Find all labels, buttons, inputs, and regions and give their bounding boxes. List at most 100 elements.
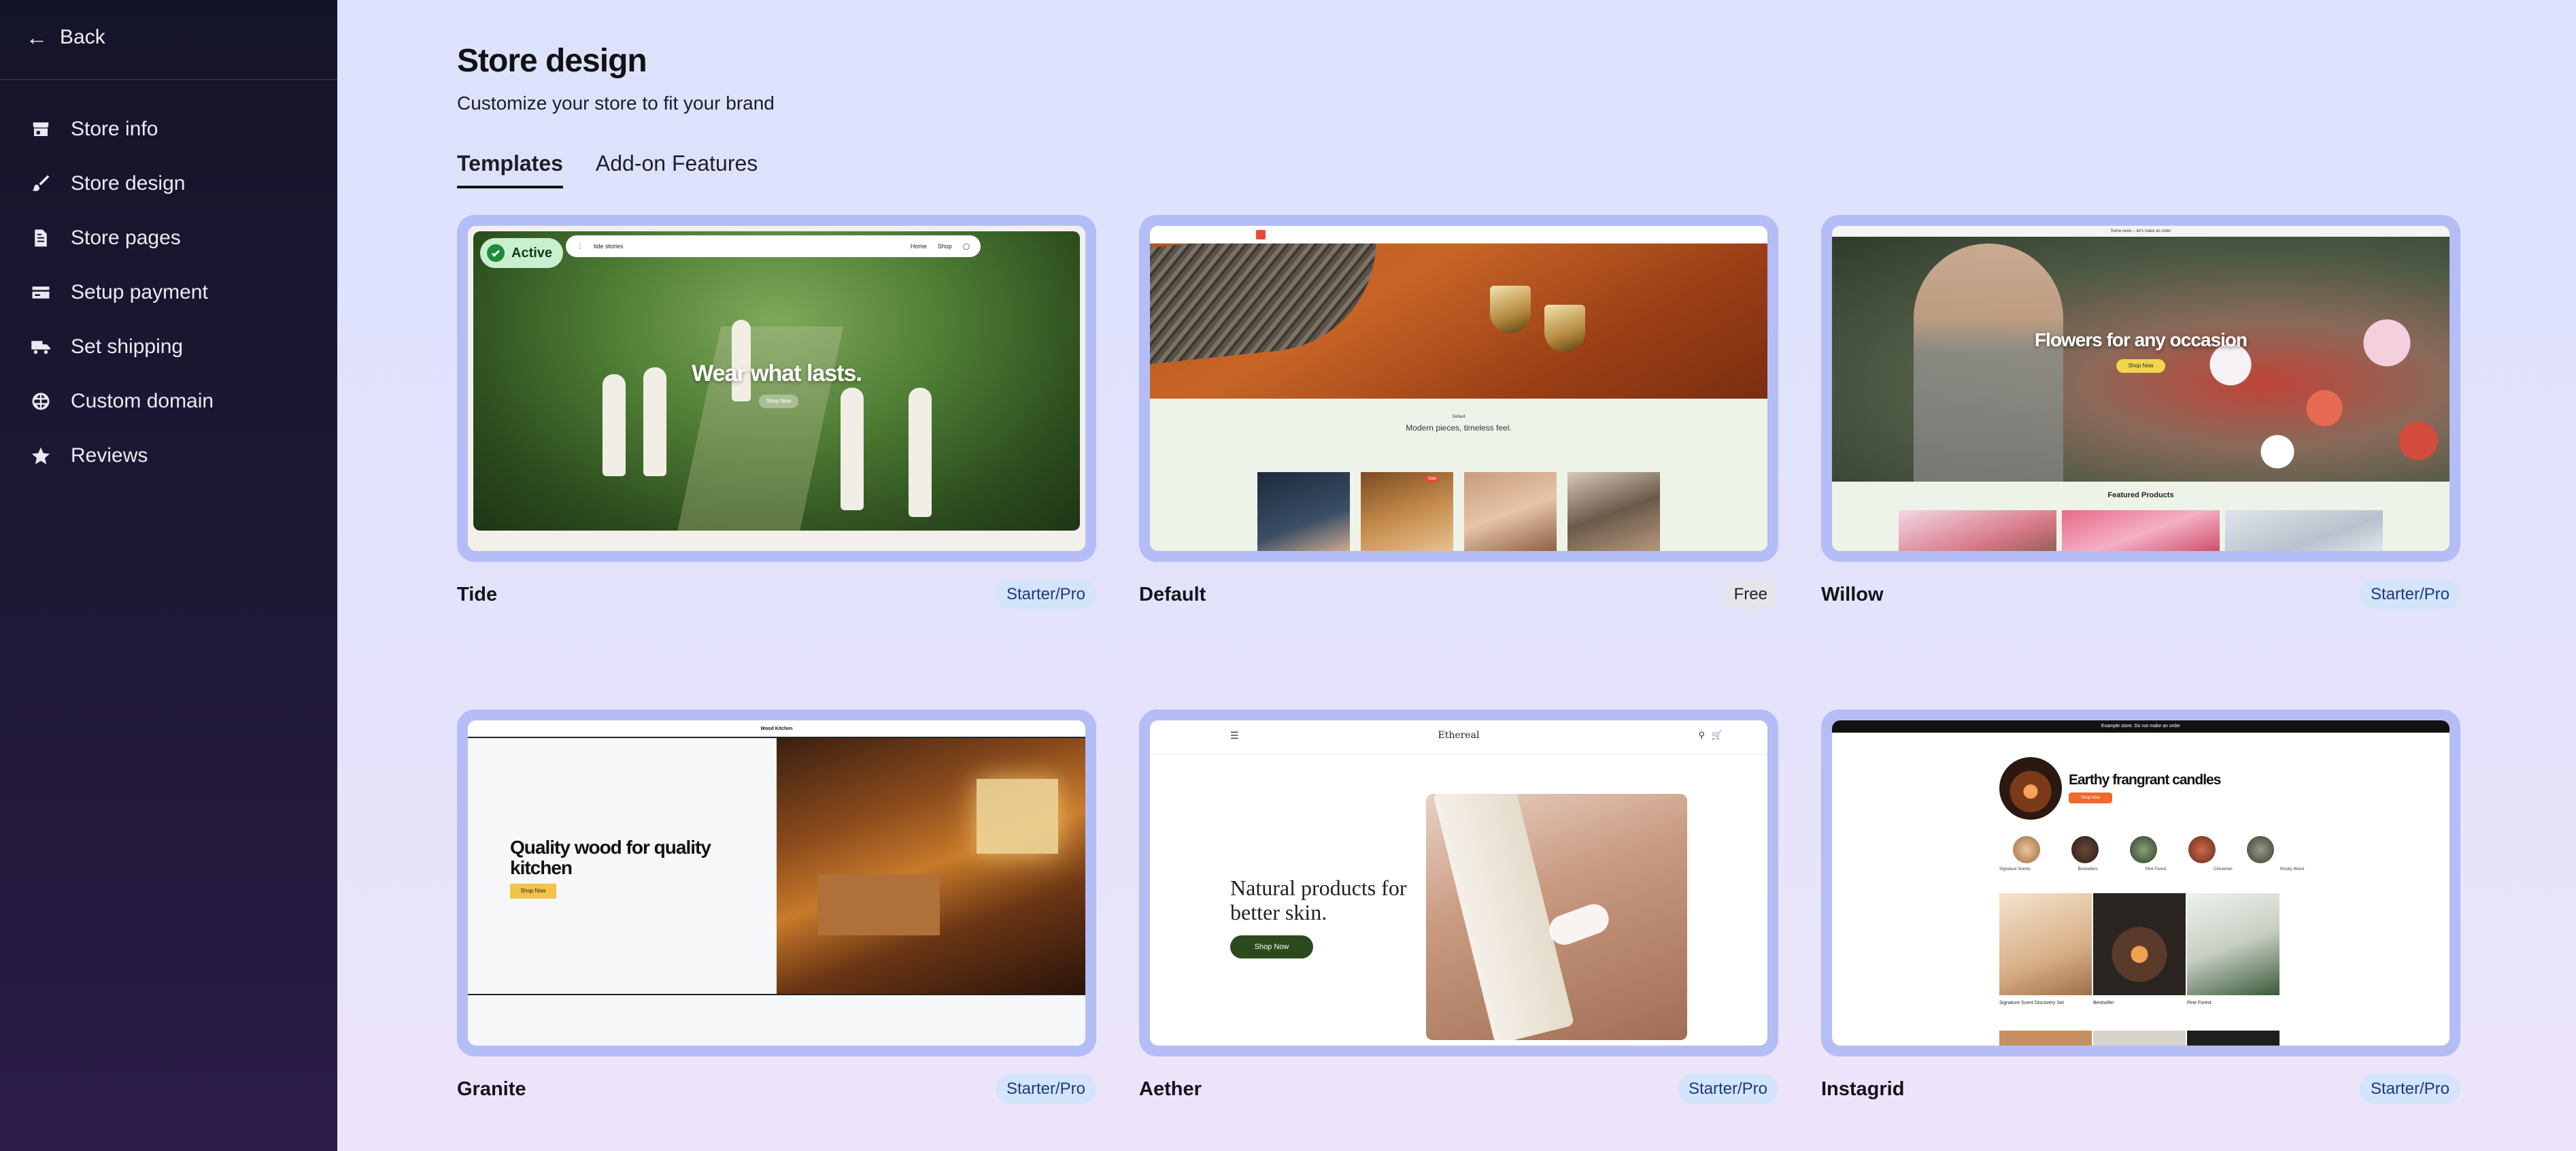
preview-banner: Example store: Do not make an order [1832,720,2450,733]
template-card-default[interactable]: Default Modern pieces, timeless feel. Sa… [1139,215,1778,610]
plan-badge: Starter/Pro [995,580,1096,610]
product-title: Bestseller [2093,1001,2114,1005]
template-preview: ☰ ⚲ 🛒 Ethereal Natural products for bett… [1150,720,1767,1046]
sidebar-item-store-pages[interactable]: Store pages [0,211,337,265]
preview-headline: Flowers for any occasion [2034,329,2248,350]
arrow-left-icon: ← [26,25,48,50]
sidebar-item-set-shipping[interactable]: Set shipping [0,320,337,374]
template-preview-frame[interactable]: Some news – let's make an order Flowers … [1821,215,2460,562]
template-card-aether[interactable]: ☰ ⚲ 🛒 Ethereal Natural products for bett… [1139,710,1778,1104]
product-thumbnail [2062,510,2220,551]
template-preview-frame[interactable]: Default Modern pieces, timeless feel. Sa… [1139,215,1778,562]
preview-shop-button: Shop Now [759,395,798,408]
template-name: Instagrid [1821,1078,1905,1100]
sidebar-item-label: Setup payment [71,281,208,303]
sidebar-item-custom-domain[interactable]: Custom domain [0,374,337,429]
preview-banner: Some news – let's make an order [1832,226,2450,237]
logo-icon [1256,230,1266,239]
card-footer: Default Free [1139,580,1778,610]
product-thumbnail [1464,472,1557,551]
category-circle [2188,836,2216,863]
category-label: Cinnamon [2214,867,2233,871]
cart-icon: ◯ [962,242,970,250]
brush-icon [30,173,52,195]
tab-templates[interactable]: Templates [457,151,563,188]
sidebar-item-store-design[interactable]: Store design [0,156,337,211]
template-preview-frame[interactable]: ☰ ⚲ 🛒 Ethereal Natural products for bett… [1139,710,1778,1056]
template-preview-frame[interactable]: Wear what lasts. Shop Now ⋮ tide stories… [457,215,1096,562]
template-card-willow[interactable]: Some news – let's make an order Flowers … [1821,215,2460,610]
card-footer: Granite Starter/Pro [457,1074,1096,1104]
page-title: Store design [457,43,647,79]
template-preview-frame[interactable]: Wood Kitchen Quality wood for quality ki… [457,710,1096,1056]
sidebar-nav: Store info Store design Store pages Setu… [0,102,337,483]
sidebar-item-label: Set shipping [71,335,184,358]
sidebar-item-label: Store info [71,118,158,140]
card-footer: Instagrid Starter/Pro [1821,1074,2460,1104]
product-thumbnail [2093,1031,2186,1046]
preview-nav-link: Home [910,243,927,250]
preview-headline: Wear what lasts. [692,361,862,386]
sidebar-item-store-info[interactable]: Store info [0,102,337,156]
template-preview: Example store: Do not make an order Eart… [1832,720,2450,1046]
product-thumbnail [1899,510,2056,551]
sidebar-item-setup-payment[interactable]: Setup payment [0,265,337,320]
template-card-granite[interactable]: Wood Kitchen Quality wood for quality ki… [457,710,1096,1104]
preview-headline: Earthy frangrant candles [2069,772,2221,788]
card-footer: Willow Starter/Pro [1821,580,2460,610]
template-card-instagrid[interactable]: Example store: Do not make an order Eart… [1821,710,2460,1104]
preview-caption: Modern pieces, timeless feel. [1406,423,1512,433]
template-preview: Wood Kitchen Quality wood for quality ki… [468,720,1085,1046]
template-name: Tide [457,583,498,605]
plan-badge: Starter/Pro [2359,580,2460,610]
hero-image [1426,794,1687,1040]
category-circle [2071,836,2099,863]
preview-brand: Wood Kitchen [468,720,1085,738]
preview-shop-button: Shop Now [1230,935,1313,958]
globe-icon [30,390,52,412]
template-name: Default [1139,583,1206,605]
plan-badge: Starter/Pro [2359,1074,2460,1104]
plan-badge: Free [1723,580,1778,610]
preview-headline: Natural products for better skin. [1230,875,1407,924]
back-label: Back [60,26,105,48]
tab-add-on-features[interactable]: Add-on Features [596,151,758,188]
sidebar-item-label: Store pages [71,227,181,249]
product-thumbnail [2093,893,2186,995]
product-thumbnail [2187,1031,2280,1046]
plan-badge: Starter/Pro [1677,1074,1778,1104]
template-preview-frame[interactable]: Example store: Do not make an order Eart… [1821,710,2460,1056]
preview-headline: Quality wood for quality kitchen [510,837,711,878]
product-thumbnail: Sale [1361,472,1453,551]
category-label: Pine Forest [2145,867,2167,871]
template-preview: Some news – let's make an order Flowers … [1832,226,2450,551]
product-thumbnail [1999,1031,2092,1046]
checkmark-icon [487,244,505,262]
tab-bar: Templates Add-on Features [457,151,758,188]
template-name: Aether [1139,1078,1202,1100]
sidebar-divider [0,79,337,80]
sidebar-item-label: Store design [71,172,186,195]
product-thumbnail [1999,893,2092,995]
plan-badge: Starter/Pro [995,1074,1096,1104]
product-title: Pine Forest [2187,1001,2211,1005]
preview-section-title: Featured Products [2107,491,2174,499]
template-name: Willow [1821,583,1884,605]
template-name: Granite [457,1078,526,1100]
back-button[interactable]: ← Back [26,23,105,52]
category-circle [2013,836,2040,863]
template-card-tide[interactable]: Wear what lasts. Shop Now ⋮ tide stories… [457,215,1096,610]
preview-shop-button: Shop Now [2116,359,2165,373]
sidebar-item-reviews[interactable]: Reviews [0,429,337,483]
sidebar-item-label: Custom domain [71,390,214,412]
category-label: Bestsellers [2078,867,2098,871]
page-icon [30,227,52,249]
product-thumbnail [1257,472,1350,551]
star-icon [30,445,52,467]
menu-icon: ⋮ [577,242,583,250]
sidebar: ← Back Store info Store design Store pag… [0,0,337,1151]
main-content: Store design Customize your store to fit… [337,0,2576,1151]
sidebar-item-label: Reviews [71,444,148,467]
page-subtitle: Customize your store to fit your brand [457,93,775,114]
active-label: Active [511,245,553,261]
